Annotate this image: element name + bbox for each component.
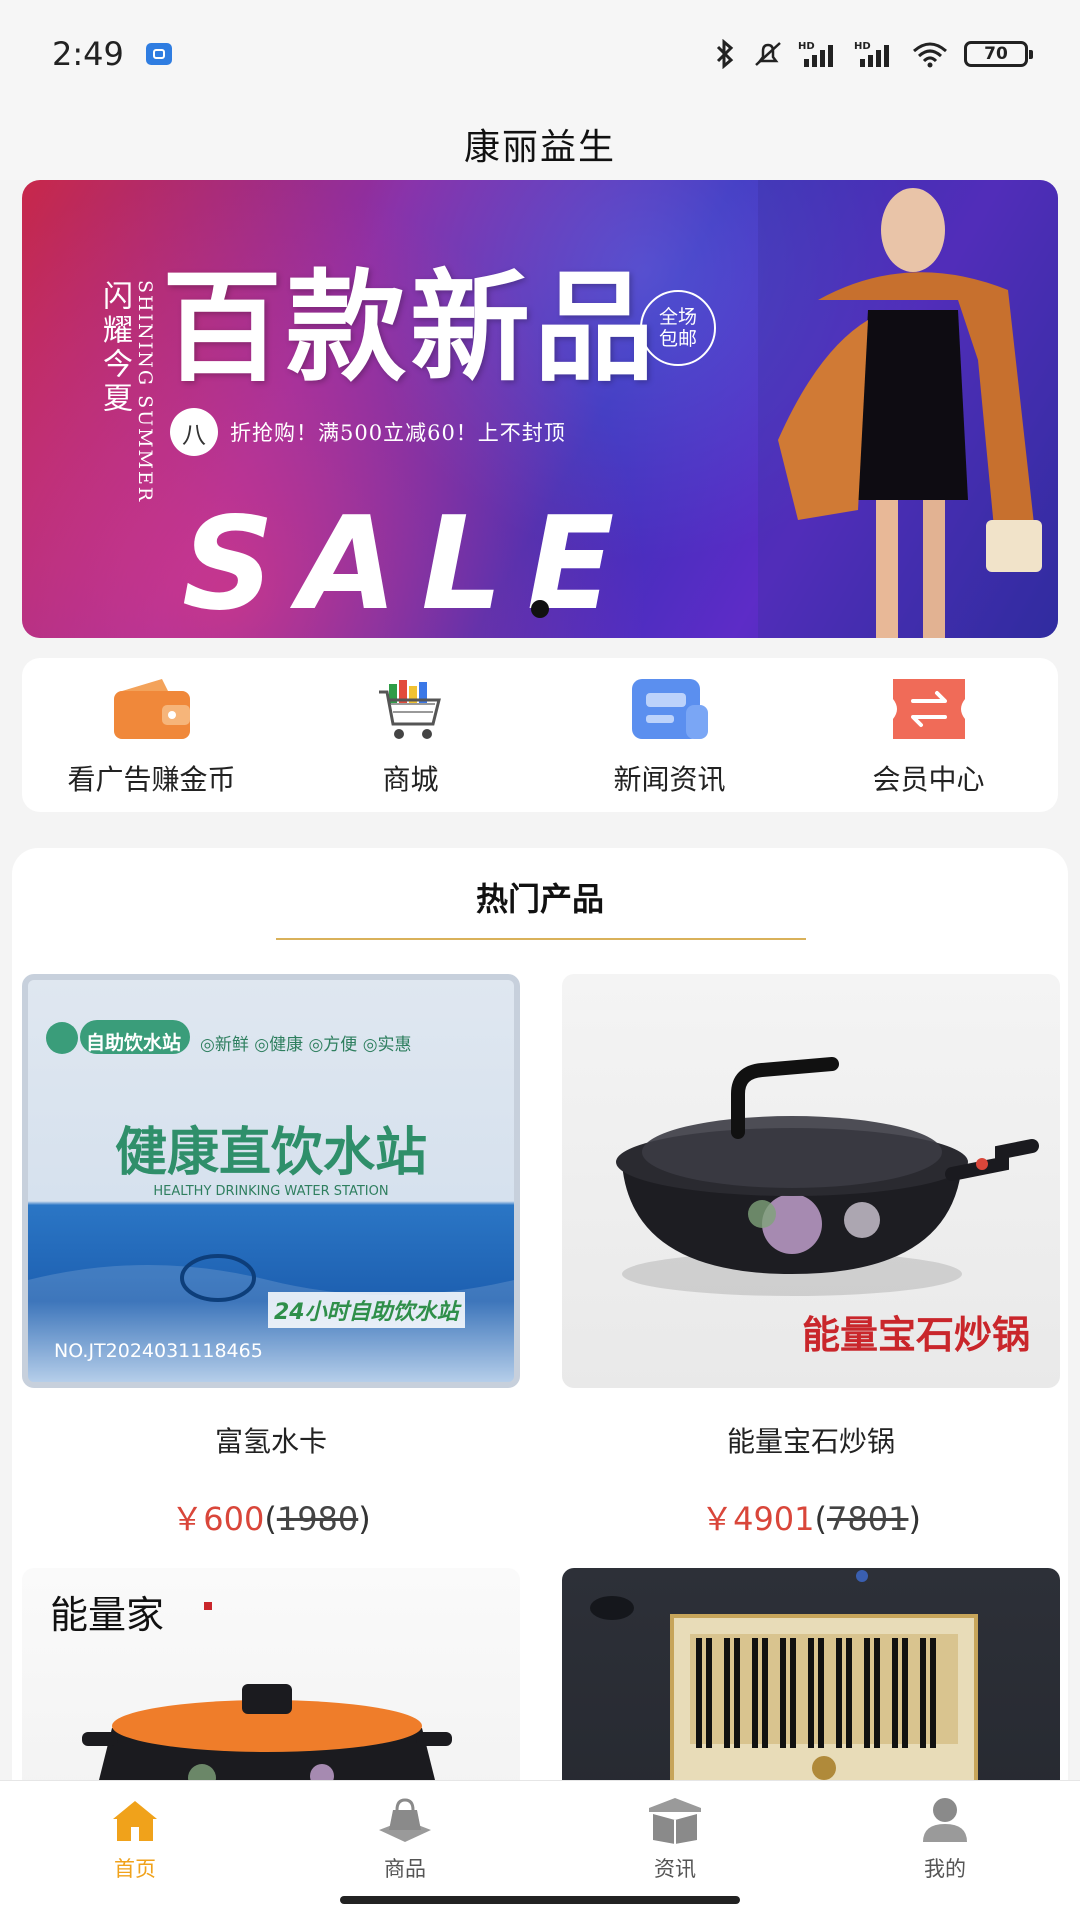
- banner-headline: 百款新品: [162, 257, 658, 398]
- product-name: 富氢水卡: [214, 1425, 327, 1458]
- notification-app-icon: [145, 43, 172, 65]
- quick-nav-news[interactable]: 新闻资讯: [550, 672, 790, 798]
- tab-label: 资讯: [654, 1857, 696, 1881]
- banner-vertical-text: 闪耀今夏: [97, 280, 132, 416]
- price-original: 7801: [827, 1500, 909, 1538]
- banner-dot-active[interactable]: [531, 600, 549, 618]
- banner-promo-row: 八 折抢购！满500立减60！上不封顶: [170, 408, 566, 456]
- banner-english-text: SHINING SUMMER: [134, 280, 156, 504]
- tab-label: 首页: [114, 1857, 156, 1881]
- svg-text:HD: HD: [854, 41, 871, 52]
- home-icon: [105, 1795, 165, 1847]
- price-original: 1980: [276, 1500, 359, 1538]
- status-left: 2:49: [52, 35, 172, 73]
- mute-icon: [755, 42, 781, 66]
- water-serial-text: NO.JT2024031118465: [54, 1340, 263, 1362]
- user-icon: [915, 1795, 975, 1847]
- wallet-icon: [109, 672, 195, 746]
- section-title: 热门产品: [475, 880, 604, 918]
- banner-pagination: [22, 600, 1058, 618]
- casserole-brand-text: 能量家: [50, 1593, 165, 1637]
- status-time: 2:49: [52, 35, 124, 73]
- app-header: 康丽益生: [0, 108, 1080, 180]
- shopping-cart-icon: [368, 672, 454, 746]
- quick-nav: 看广告赚金币 商城 新闻资讯 会员中心: [22, 658, 1058, 812]
- signal-icon-2: HD: [854, 41, 889, 67]
- home-indicator[interactable]: [340, 1896, 740, 1904]
- tab-label: 商品: [384, 1857, 426, 1881]
- banner-circle-char: 八: [170, 408, 218, 456]
- product-card-hydrogen-water[interactable]: 自助饮水站 ◎新鲜 ◎健康 ◎方便 ◎实惠 健康直饮水站 HEALTHY DRI…: [22, 974, 520, 1540]
- quick-nav-label: 商城: [382, 763, 439, 796]
- water-badge-text: 自助饮水站: [86, 1032, 182, 1054]
- page-title: 康丽益生: [463, 127, 616, 168]
- quick-nav-label: 看广告赚金币: [67, 763, 236, 796]
- status-right: HD HD 70: [712, 39, 1033, 69]
- banner-model-image: [758, 180, 1058, 638]
- tab-label: 我的: [924, 1857, 966, 1881]
- signal-icon-1: HD: [798, 41, 833, 67]
- tab-profile[interactable]: 我的: [845, 1795, 1045, 1883]
- quick-nav-label: 会员中心: [872, 763, 985, 796]
- product-price: ￥600(1980): [171, 1500, 371, 1538]
- wok-caption-text: 能量宝石炒锅: [802, 1313, 1031, 1357]
- water-tags-text: ◎新鲜 ◎健康 ◎方便 ◎实惠: [200, 1035, 412, 1055]
- status-bar: 2:49 HD HD 70: [0, 0, 1080, 108]
- book-icon: [645, 1795, 705, 1847]
- hot-products-section: 热门产品 自助饮水站 ◎新鲜 ◎健康 ◎方便 ◎实惠 健康直饮水站 HEALTH…: [12, 848, 1068, 1920]
- quick-nav-mall[interactable]: 商城: [291, 672, 531, 798]
- water-english-text: HEALTHY DRINKING WATER STATION: [153, 1184, 389, 1199]
- promo-banner[interactable]: 闪耀今夏 SHINING SUMMER 百款新品 全场包邮 八 折抢购！满500…: [22, 180, 1058, 638]
- quick-nav-earn-coins[interactable]: 看广告赚金币: [32, 672, 272, 798]
- price-current: 4901: [733, 1500, 815, 1538]
- section-divider: [276, 938, 806, 940]
- tab-news[interactable]: 资讯: [575, 1795, 775, 1883]
- product-name: 能量宝石炒锅: [726, 1425, 895, 1458]
- product-price: ￥4901(7801): [701, 1500, 921, 1538]
- svg-text:HD: HD: [798, 41, 815, 52]
- product-card-gem-wok[interactable]: 能量宝石炒锅 能量宝石炒锅 ￥4901(7801): [562, 974, 1060, 1540]
- banner-promo-text: 折抢购！满500立减60！上不封顶: [230, 421, 566, 445]
- bluetooth-icon: [716, 39, 734, 69]
- battery-indicator: 70: [964, 41, 1033, 67]
- product-image: 自助饮水站 ◎新鲜 ◎健康 ◎方便 ◎实惠 健康直饮水站 HEALTHY DRI…: [22, 974, 520, 1388]
- water-main-text: 健康直饮水站: [114, 1123, 427, 1183]
- banner-badge: 全场包邮: [640, 290, 716, 366]
- quick-nav-member-center[interactable]: 会员中心: [809, 672, 1049, 798]
- tab-home[interactable]: 首页: [35, 1795, 235, 1883]
- shopping-bag-icon: [375, 1795, 435, 1847]
- product-image: 能量宝石炒锅: [562, 974, 1060, 1388]
- ticket-icon: [886, 672, 972, 746]
- price-symbol: ￥: [171, 1500, 204, 1538]
- tab-products[interactable]: 商品: [305, 1795, 505, 1883]
- water-hours-text: 24小时自助饮水站: [268, 1292, 465, 1328]
- quick-nav-label: 新闻资讯: [613, 763, 726, 796]
- price-symbol: ￥: [701, 1500, 734, 1538]
- wifi-icon: [913, 42, 947, 68]
- news-icon: [627, 672, 713, 746]
- price-current: 600: [203, 1500, 265, 1538]
